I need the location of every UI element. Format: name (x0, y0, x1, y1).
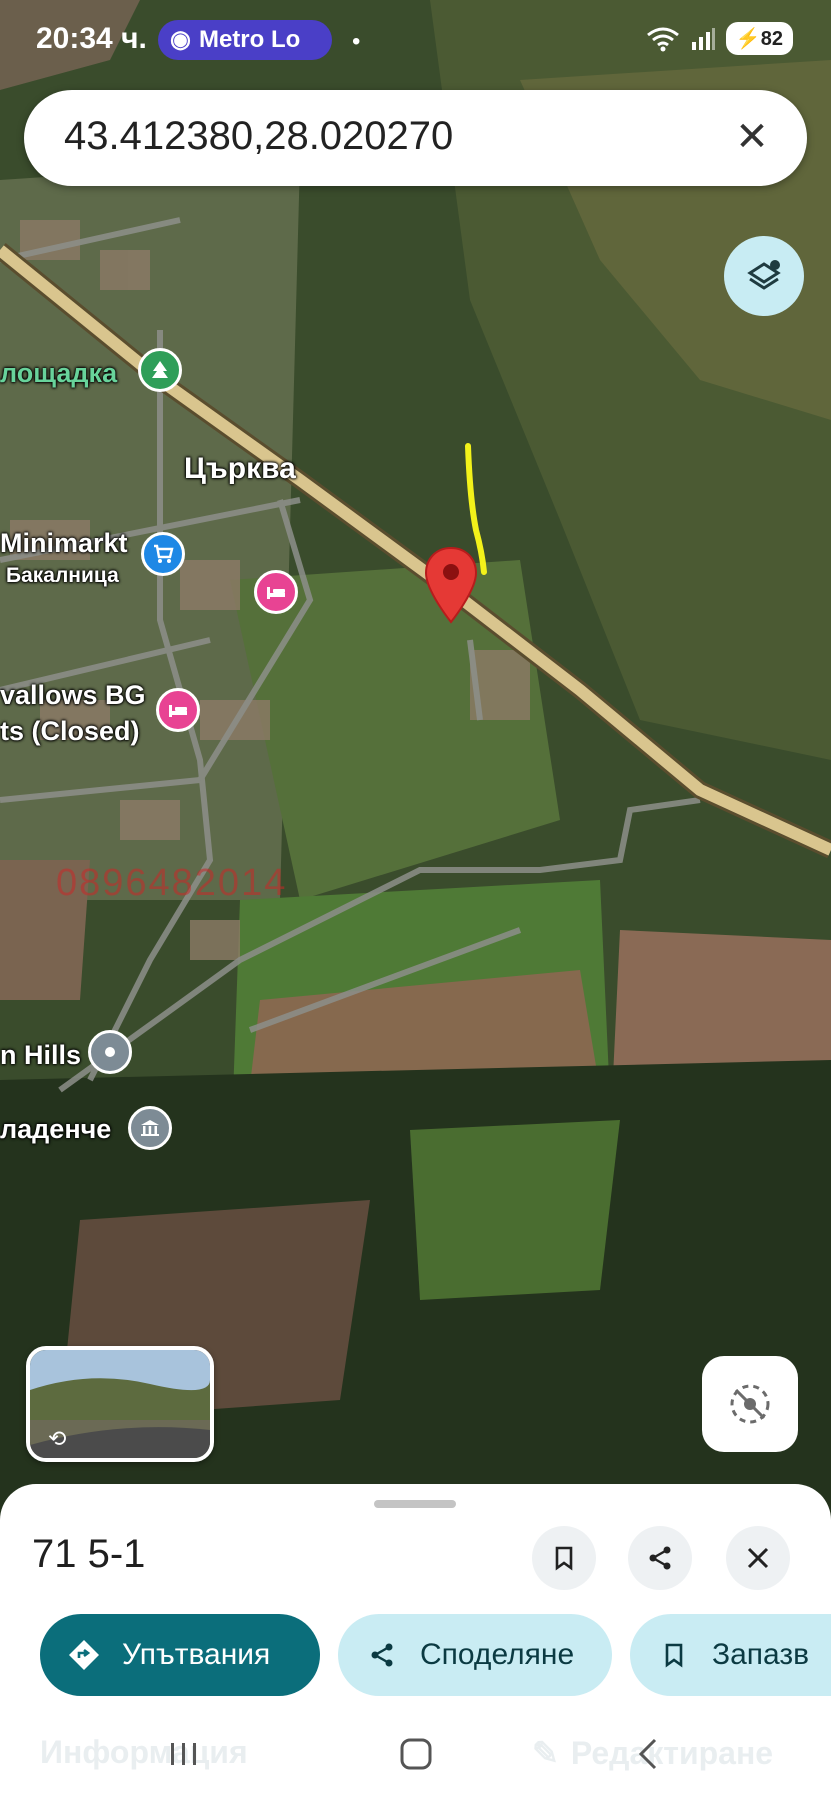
share-button[interactable]: Споделяне (338, 1614, 612, 1696)
system-icons: ⚡82 (646, 22, 793, 55)
status-bar: 20:34 ч. ◉ Metro Lo • ⚡82 (0, 0, 831, 80)
layers-icon (747, 260, 781, 290)
cart-pin-icon[interactable] (141, 532, 185, 576)
directions-button[interactable]: Упътвания (40, 1614, 320, 1696)
close-icon (747, 1547, 769, 1569)
bookmark-icon (555, 1546, 573, 1571)
home-icon (400, 1738, 432, 1770)
dropped-pin-icon[interactable] (424, 546, 478, 624)
park-pin-icon[interactable] (138, 348, 182, 392)
share-icon-2 (364, 1637, 400, 1673)
recents-icon (171, 1743, 196, 1765)
battery-level: 82 (760, 28, 783, 50)
location-pin-icon[interactable] (88, 1030, 132, 1074)
my-location-button[interactable] (702, 1356, 798, 1452)
share-place-button[interactable] (628, 1526, 692, 1590)
save-place-button[interactable] (532, 1526, 596, 1590)
notification-dot-icon: • (352, 28, 361, 55)
street-view-thumbnail[interactable]: ⟲ (26, 1346, 214, 1462)
map-label-hotel-line1[interactable]: vallows BG (0, 680, 146, 711)
search-query[interactable]: 43.412380,28.020270 (64, 114, 453, 159)
watermark-phone: 0896482014 (56, 862, 288, 904)
map-label-spring[interactable]: ладенче (0, 1114, 111, 1145)
map-label-park[interactable]: лощадка (0, 358, 117, 389)
hotel-pin-icon-2[interactable] (156, 688, 200, 732)
battery-icon: ⚡ (735, 28, 761, 50)
wifi-icon (646, 27, 679, 51)
signal-icon (691, 27, 715, 50)
clock: 20:34 ч. (36, 22, 147, 55)
rotate-360-icon: ⟲ (48, 1426, 67, 1451)
share-icon (649, 1546, 671, 1570)
battery-indicator: ⚡82 (725, 22, 793, 55)
close-sheet-button[interactable] (726, 1526, 790, 1590)
back-icon (638, 1738, 657, 1770)
hotel-pin-icon[interactable] (254, 570, 298, 614)
notification-pill[interactable]: ◉ Metro Lo (158, 20, 332, 60)
broadcast-icon: ◉ (170, 26, 191, 53)
clear-search-icon[interactable]: ✕ (727, 112, 777, 162)
map-label-market-sub: Бакалница (6, 564, 119, 587)
sheet-drag-handle[interactable] (374, 1500, 456, 1508)
share-label: Споделяне (420, 1638, 575, 1671)
place-bottom-sheet[interactable]: 71 5-1 Упътвания Споделяне Запазв Информ… (0, 1484, 831, 1800)
map-label-hotel-line2: ts (Closed) (0, 716, 140, 746)
save-label: Запазв (712, 1638, 810, 1671)
directions-icon (66, 1637, 102, 1673)
bookmark-icon-2 (656, 1637, 692, 1673)
search-bar[interactable]: 43.412380,28.020270 ✕ (24, 90, 807, 186)
back-button[interactable] (618, 1724, 678, 1784)
home-button[interactable] (386, 1724, 446, 1784)
layers-button[interactable] (724, 236, 804, 316)
location-off-icon (730, 1384, 770, 1424)
map-label-hills[interactable]: n Hills (0, 1040, 81, 1071)
recent-apps-button[interactable] (154, 1724, 214, 1784)
save-button[interactable]: Запазв (630, 1614, 831, 1696)
directions-label: Упътвания (122, 1638, 271, 1671)
notification-pill-text: Metro Lo (198, 26, 301, 53)
map-label-market[interactable]: Minimarkt (0, 528, 128, 559)
landmark-pin-icon[interactable] (128, 1106, 172, 1150)
system-nav-bar (0, 1724, 831, 1800)
map-label-church[interactable]: Църква (184, 452, 296, 486)
place-title: 71 5-1 (32, 1532, 146, 1576)
